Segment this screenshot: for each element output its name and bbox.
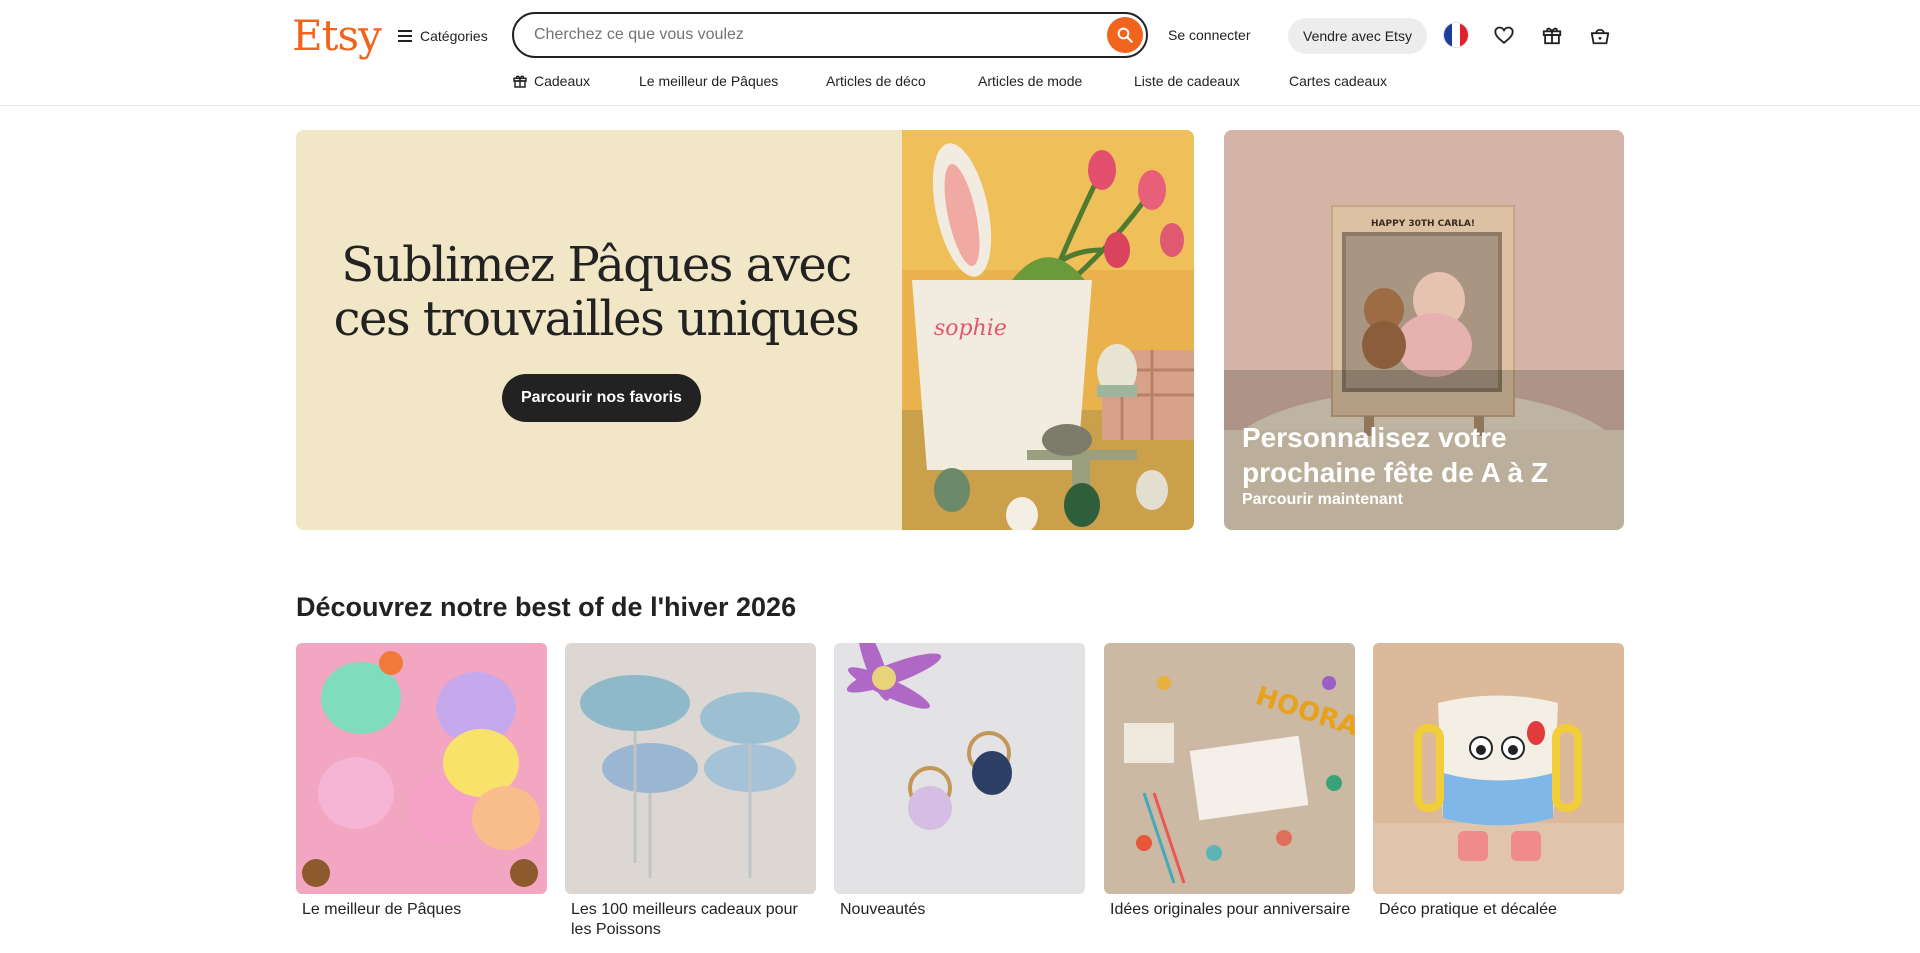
hero-title-line-1: Sublimez Pâques avec xyxy=(341,237,852,293)
france-flag-icon xyxy=(1444,23,1468,47)
promo-browse-link[interactable]: Parcourir maintenant xyxy=(1242,490,1403,510)
categories-label: Catégories xyxy=(420,28,488,44)
easter-basket-image: sophie xyxy=(902,130,1194,530)
etsy-logo[interactable]: Etsy xyxy=(292,10,382,62)
card-label: Les 100 meilleurs cadeaux pour les Poiss… xyxy=(571,901,798,938)
nav-item-easter[interactable]: Le meilleur de Pâques xyxy=(639,70,778,92)
browse-favorites-button[interactable]: Parcourir nos favoris xyxy=(502,374,701,422)
gifts-button[interactable] xyxy=(1539,22,1565,48)
hero-title: Sublimez Pâques avec ces trouvailles uni… xyxy=(316,238,876,346)
nav-item-gift-list[interactable]: Liste de cadeaux xyxy=(1134,70,1240,92)
svg-text:HAPPY 30TH CARLA!: HAPPY 30TH CARLA! xyxy=(1371,219,1475,229)
categories-button[interactable]: Catégories xyxy=(398,22,488,50)
card-image xyxy=(1373,643,1624,894)
card-image xyxy=(565,643,816,894)
nav-item-fashion[interactable]: Articles de mode xyxy=(978,70,1082,92)
promo-title: Personnalisez votre prochaine fête de A … xyxy=(1242,422,1548,488)
gift-icon xyxy=(1542,27,1562,45)
hero-banner[interactable]: Sublimez Pâques avec ces trouvailles uni… xyxy=(296,130,1194,530)
nav-item-gift-cards[interactable]: Cartes cadeaux xyxy=(1289,70,1387,92)
nav-item-label: Cadeaux xyxy=(534,73,591,89)
category-card-pisces-gifts[interactable]: Les 100 meilleurs cadeaux pour les Poiss… xyxy=(565,643,816,940)
sell-on-etsy-button[interactable]: Vendre avec Etsy xyxy=(1288,18,1427,54)
category-card-quirky-decor[interactable]: Déco pratique et décalée xyxy=(1373,643,1624,920)
section-title: Découvrez notre best of de l'hiver 2026 xyxy=(296,592,797,622)
search-icon xyxy=(1117,27,1133,43)
basket-icon xyxy=(1590,28,1610,45)
promo-card-party[interactable]: HAPPY 30TH CARLA! Personnalisez votre pr… xyxy=(1224,130,1624,530)
category-card-easter[interactable]: Le meilleur de Pâques xyxy=(296,643,547,920)
search-bar xyxy=(512,12,1148,58)
search-input[interactable] xyxy=(532,25,1096,45)
hero-title-line-2: ces trouvailles uniques xyxy=(333,291,860,347)
cart-button[interactable] xyxy=(1587,22,1613,48)
signin-link[interactable]: Se connecter xyxy=(1168,24,1251,46)
nav-item-gifts[interactable]: Cadeaux xyxy=(512,70,590,92)
card-image xyxy=(834,643,1085,894)
category-card-new-arrivals[interactable]: Nouveautés xyxy=(834,643,1085,920)
category-card-birthday-ideas[interactable]: HOORAY Idées originales pour anniversair… xyxy=(1104,643,1355,920)
card-label: Déco pratique et décalée xyxy=(1379,901,1557,918)
card-label: Le meilleur de Pâques xyxy=(302,901,462,918)
card-image xyxy=(296,643,547,894)
gift-icon xyxy=(513,75,527,88)
svg-text:sophie: sophie xyxy=(934,316,1007,341)
favorites-button[interactable] xyxy=(1491,22,1517,48)
card-label: Idées originales pour anniversaire xyxy=(1110,901,1351,918)
language-selector[interactable] xyxy=(1443,22,1469,48)
search-button[interactable] xyxy=(1107,17,1143,53)
card-image: HOORAY xyxy=(1104,643,1355,894)
nav-item-decor[interactable]: Articles de déco xyxy=(826,70,926,92)
card-label: Nouveautés xyxy=(840,901,926,918)
menu-icon xyxy=(398,30,412,42)
main-nav: Cadeaux Le meilleur de Pâques Articles d… xyxy=(0,70,1920,94)
site-header: Etsy Catégories Se connecter Vendre avec… xyxy=(0,0,1920,106)
heart-icon xyxy=(1494,26,1514,44)
